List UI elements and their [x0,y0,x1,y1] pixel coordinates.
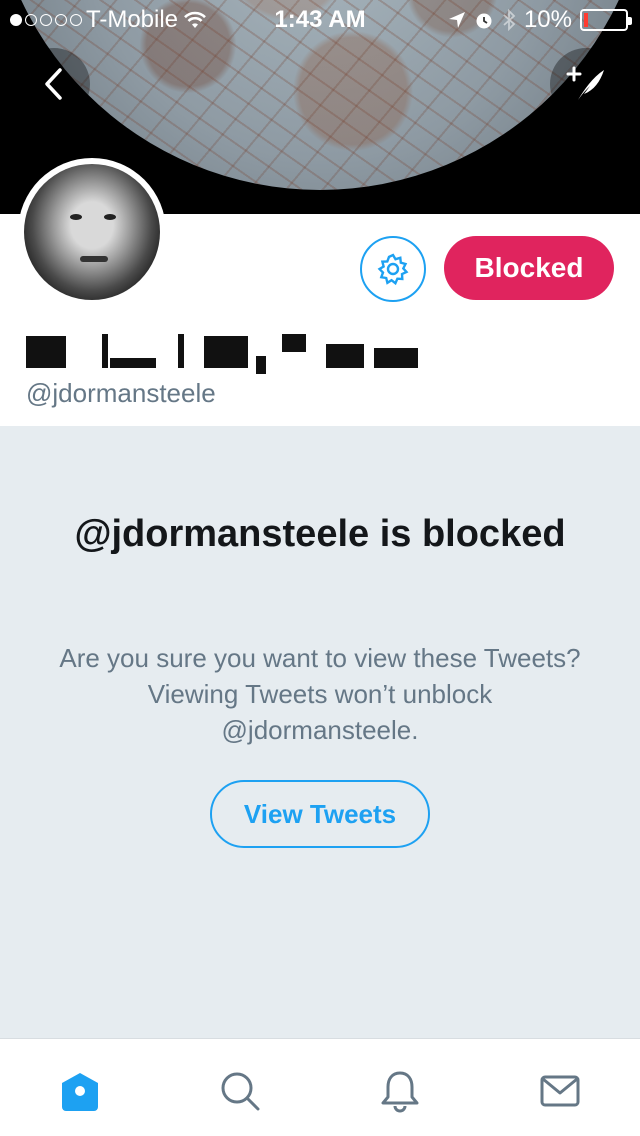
envelope-icon [540,1075,580,1107]
compose-tweet-button[interactable] [550,48,622,120]
settings-button[interactable] [360,236,426,302]
blocked-description: Are you sure you want to view these Twee… [59,643,581,745]
back-button[interactable] [18,48,90,120]
gear-icon [377,253,409,286]
tab-search[interactable] [216,1067,264,1115]
view-tweets-button[interactable]: View Tweets [210,780,430,848]
compose-tweet-icon [566,66,604,100]
bell-icon [381,1071,419,1113]
location-arrow-icon [448,12,465,28]
tab-messages[interactable] [536,1067,584,1115]
profile-handle: @jdormansteele [26,378,216,408]
bluetooth-icon [503,9,516,31]
chevron-left-icon [45,68,62,100]
tab-notifications[interactable] [376,1067,424,1115]
status-bar: T-Mobile 1:43 AM 10% [0,0,640,40]
avatar[interactable] [18,158,166,306]
blocked-title: @jdormansteele is blocked [74,513,566,555]
battery-percent: 10% [523,6,572,33]
avatar-image [24,164,160,300]
blocked-button[interactable]: Blocked [444,236,614,300]
display-name-redacted [26,330,426,374]
alarm-icon [476,13,492,29]
search-icon [221,1072,260,1111]
home-icon [62,1073,98,1111]
tab-bar [0,1038,640,1136]
battery-icon [580,9,632,31]
tab-home[interactable] [56,1067,104,1115]
